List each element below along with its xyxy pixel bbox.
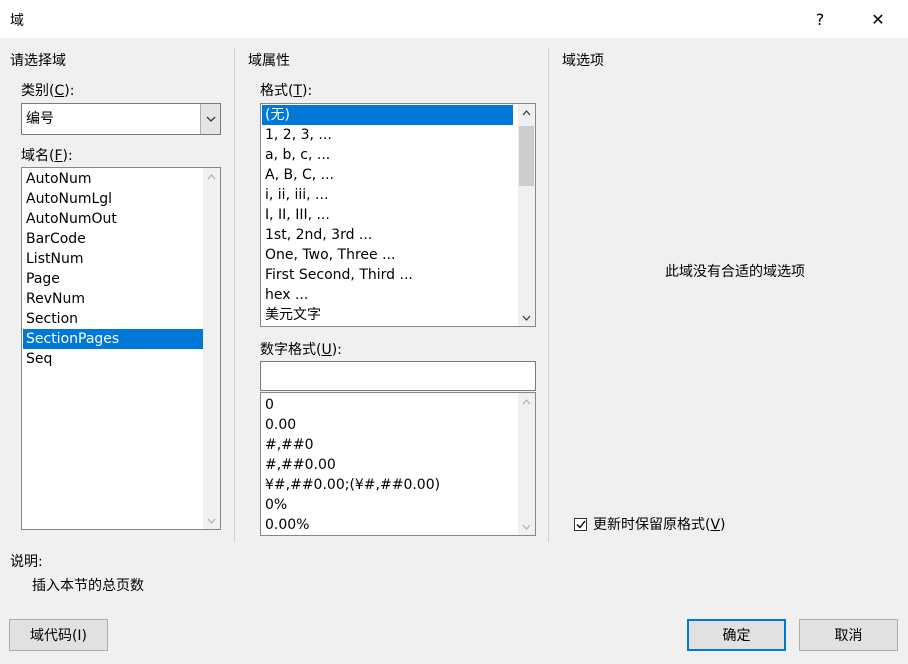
scroll-down-icon[interactable] (203, 512, 220, 529)
format-list-scrollbar[interactable] (518, 104, 535, 326)
scroll-down-icon[interactable] (518, 518, 535, 535)
close-button[interactable]: ✕ (856, 0, 900, 38)
field-name-label: 域名(F): (21, 148, 73, 164)
field-names-list[interactable]: AutoNum AutoNumLgl AutoNumOut BarCode ListNu… (21, 167, 221, 530)
number-format-list-item[interactable]: #,##0.00 (262, 455, 517, 475)
category-label: 类别(C): (21, 83, 75, 99)
separator (548, 48, 549, 542)
field-list-item[interactable]: Seq (23, 349, 203, 369)
number-format-list-item[interactable]: 0.00 (262, 415, 517, 435)
number-format-list[interactable]: 0 0.00 #,##0 #,##0.00 ¥#,##0.00;(¥#,##0.00) 0… (260, 392, 536, 536)
scroll-up-icon[interactable] (518, 104, 535, 121)
category-value: 编号 (26, 111, 54, 127)
title-bar (0, 0, 908, 38)
help-button[interactable]: ? (798, 0, 842, 38)
number-format-list-item[interactable]: 0 (262, 395, 517, 415)
field-options-section-title: 域选项 (562, 53, 604, 69)
field-list-item[interactable]: Page (23, 269, 203, 289)
help-icon: ? (815, 9, 825, 29)
format-list-item[interactable]: One, Two, Three ... (262, 245, 513, 265)
field-list-item[interactable]: Section (23, 309, 203, 329)
separator (234, 48, 235, 542)
field-list-item[interactable]: SectionPages (23, 329, 203, 349)
preserve-formatting-label: 更新时保留原格式(V) (593, 517, 726, 533)
field-list-scrollbar[interactable] (203, 168, 220, 529)
scroll-up-icon[interactable] (518, 393, 535, 410)
format-list[interactable]: (无) 1, 2, 3, ... a, b, c, ... A, B, C, ... i… (260, 103, 536, 327)
ok-button[interactable]: 确定 (687, 619, 786, 651)
category-dropdown[interactable]: 编号 (21, 103, 221, 135)
field-list-item[interactable]: AutoNum (23, 169, 203, 189)
cancel-button[interactable]: 取消 (799, 619, 898, 651)
description-text: 插入本节的总页数 (32, 578, 144, 594)
number-format-list-item[interactable]: 0.00% (262, 515, 517, 535)
scroll-down-icon[interactable] (518, 309, 535, 326)
close-icon: ✕ (871, 9, 885, 29)
scroll-thumb[interactable] (519, 126, 534, 186)
format-list-item[interactable]: a, b, c, ... (262, 145, 513, 165)
field-list-item[interactable]: BarCode (23, 229, 203, 249)
format-list-item[interactable]: I, II, III, ... (262, 205, 513, 225)
field-list-item[interactable]: RevNum (23, 289, 203, 309)
format-label: 格式(T): (260, 83, 313, 99)
field-codes-button[interactable]: 域代码(I) (9, 619, 108, 651)
number-format-list-item[interactable]: 0% (262, 495, 517, 515)
select-field-section-title: 请选择域 (10, 53, 66, 69)
window-title: 域 (10, 13, 24, 29)
field-properties-section-title: 域属性 (248, 53, 290, 69)
format-list-item[interactable]: First Second, Third ... (262, 265, 513, 285)
chevron-down-icon[interactable] (200, 104, 220, 134)
field-list-item[interactable]: ListNum (23, 249, 203, 269)
no-options-message: 此域没有合适的域选项 (665, 264, 805, 280)
field-list-item[interactable]: AutoNumOut (23, 209, 203, 229)
format-list-item[interactable]: 1st, 2nd, 3rd ... (262, 225, 513, 245)
number-format-list-item[interactable]: #,##0 (262, 435, 517, 455)
preserve-formatting-checkbox[interactable]: 更新时保留原格式(V) (574, 514, 726, 534)
format-list-item[interactable]: hex ... (262, 285, 513, 305)
number-format-list-item[interactable]: ¥#,##0.00;(¥#,##0.00) (262, 475, 517, 495)
format-list-item[interactable]: i, ii, iii, ... (262, 185, 513, 205)
field-list-item[interactable]: AutoNumLgl (23, 189, 203, 209)
scroll-up-icon[interactable] (203, 168, 220, 185)
format-list-item[interactable]: 1, 2, 3, ... (262, 125, 513, 145)
number-format-label: 数字格式(U): (260, 342, 342, 358)
number-format-input[interactable] (260, 361, 536, 391)
description-label: 说明: (10, 554, 43, 570)
format-list-item[interactable]: 美元文字 (262, 305, 513, 325)
number-format-scrollbar[interactable] (518, 393, 535, 535)
format-list-item[interactable]: (无) (262, 105, 513, 125)
format-list-item[interactable]: A, B, C, ... (262, 165, 513, 185)
checkbox[interactable] (574, 517, 587, 531)
